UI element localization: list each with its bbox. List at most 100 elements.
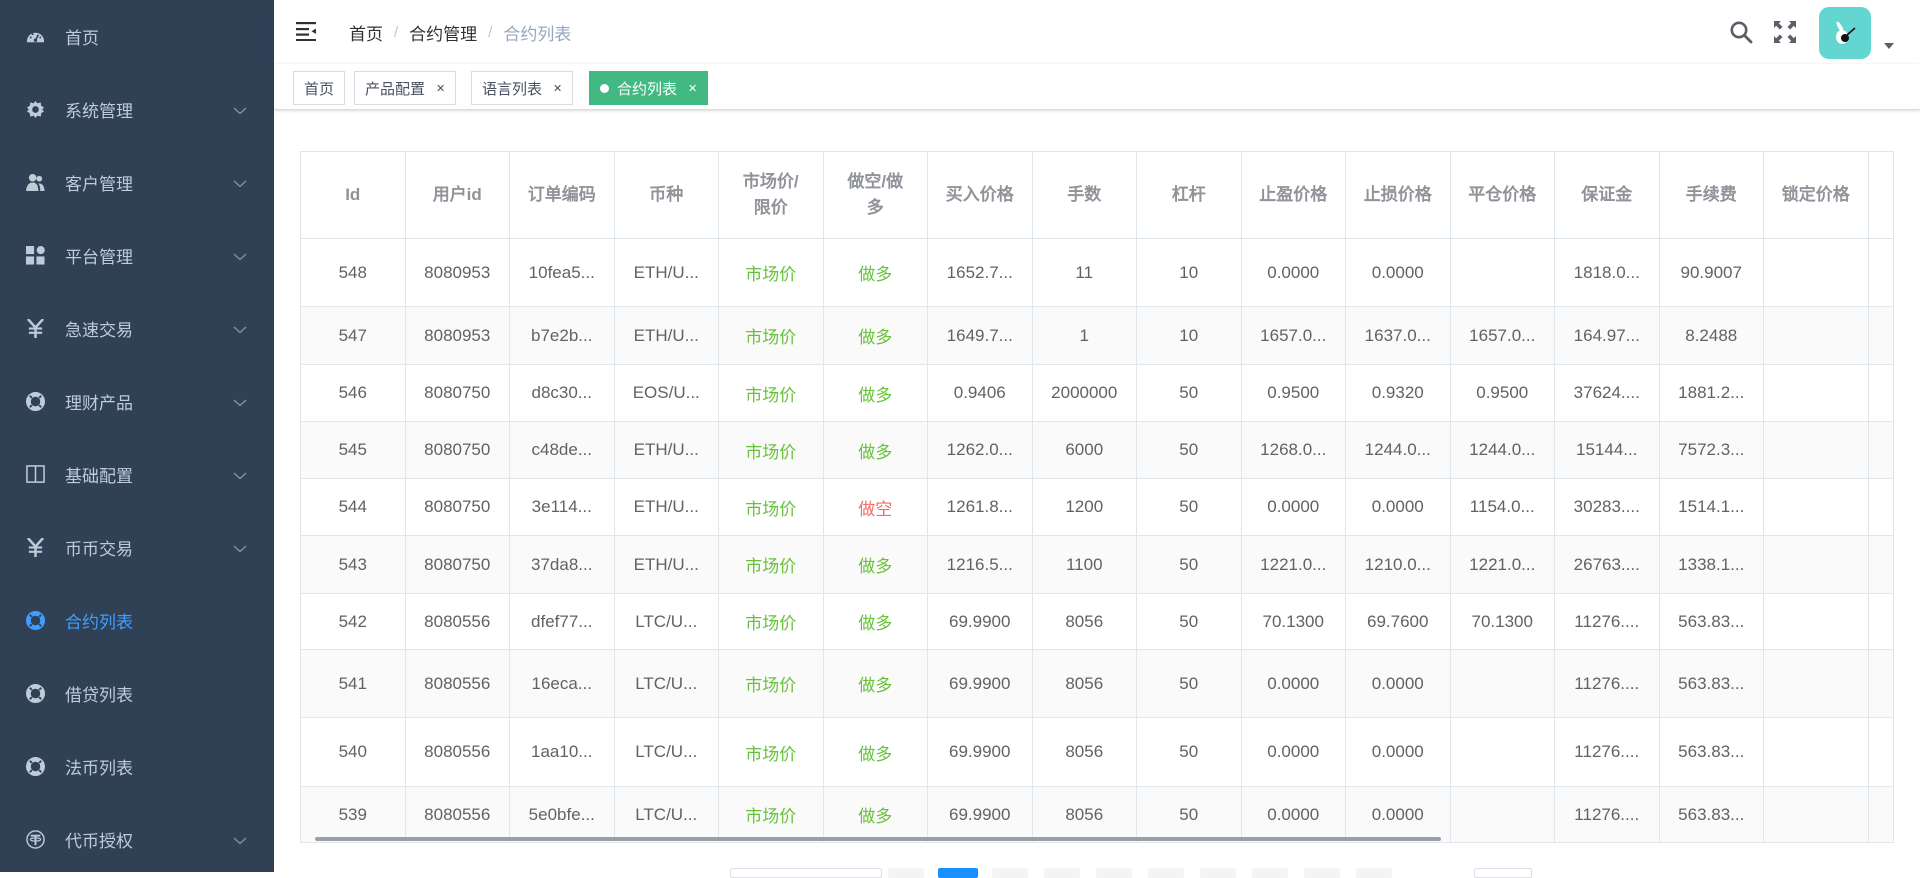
- tag-product-config[interactable]: 产品配置 ✕: [354, 71, 457, 105]
- page-button[interactable]: [888, 868, 924, 878]
- cell-sl: 0.9320: [1345, 364, 1451, 422]
- cell-sl: 1210.0...: [1345, 535, 1451, 594]
- page-size-select[interactable]: [730, 868, 882, 878]
- page-button[interactable]: [1252, 868, 1288, 878]
- hamburger-toggle[interactable]: [296, 21, 318, 41]
- sidebar-item-label: 法币列表: [65, 759, 133, 778]
- cell-tp: 1268.0...: [1240, 421, 1346, 479]
- cell-close: 1221.0...: [1449, 535, 1555, 594]
- breadcrumb-contract-management[interactable]: 合约管理: [409, 20, 477, 45]
- pagination: [0, 868, 1920, 878]
- column-header: Id: [301, 152, 406, 239]
- cell-lots: 1100: [1031, 535, 1137, 594]
- sidebar-item-7[interactable]: 币币交易: [0, 511, 274, 584]
- table-row[interactable]: 546 8080750 d8c30... EOS/U... 市场价 做多 0.9406 200…: [301, 364, 1893, 422]
- cell-sl: 0.0000: [1345, 478, 1451, 536]
- cell-margin: 26763....: [1554, 535, 1660, 594]
- caret-down-icon[interactable]: [1884, 43, 1894, 49]
- cell-margin: 11276....: [1554, 786, 1660, 842]
- sidebar-item-3[interactable]: 平台管理: [0, 219, 274, 292]
- cell-id: 541: [301, 649, 406, 718]
- sidebar-item-1[interactable]: 系统管理: [0, 73, 274, 146]
- cell-id: 545: [301, 421, 406, 479]
- page-button[interactable]: [1304, 868, 1340, 878]
- cell-id: 548: [301, 238, 406, 307]
- cell-buy: 1649.7...: [927, 306, 1033, 365]
- book-icon: [26, 465, 45, 484]
- tag-home[interactable]: 首页: [293, 71, 346, 105]
- cell-id: 539: [301, 786, 406, 842]
- page-button[interactable]: [1200, 868, 1236, 878]
- sidebar-item-label: 首页: [65, 29, 99, 48]
- column-header: 订单编码: [509, 152, 615, 239]
- table-header-row: Id 用户id 订单编码 币种 市场价/限价 做空/做多 买入价格 手数 杠杆 止盈价格 止损价格平…: [301, 152, 1893, 239]
- horizontal-scrollbar[interactable]: [315, 837, 1441, 841]
- breadcrumb-home[interactable]: 首页: [349, 20, 383, 45]
- cell-fee: 90.9007: [1658, 238, 1764, 307]
- table-row[interactable]: 548 8080953 10fea5... ETH/U... 市场价 做多 1652.7..…: [301, 238, 1893, 307]
- cell-coin: EOS/U...: [613, 364, 719, 422]
- fullscreen-button[interactable]: [1773, 20, 1797, 44]
- page-button[interactable]: [1044, 868, 1080, 878]
- cell-side: 做多: [822, 421, 928, 479]
- sidebar-item-6[interactable]: 基础配置: [0, 438, 274, 511]
- cell-id: 546: [301, 364, 406, 422]
- cell-lots: 1: [1031, 306, 1137, 365]
- column-header: 止损价格: [1345, 152, 1451, 239]
- tag-language-list[interactable]: 语言列表 ✕: [471, 71, 574, 105]
- table-row[interactable]: 541 8080556 16eca... LTC/U... 市场价 做多 69.9900 80…: [301, 649, 1893, 718]
- sidebar-item-11[interactable]: 代币授权: [0, 803, 274, 876]
- contract-table: Id 用户id 订单编码 币种 市场价/限价 做空/做多 买入价格 手数 杠杆 止盈价格 止损价格平…: [300, 151, 1894, 843]
- column-header: 止盈价格: [1240, 152, 1346, 239]
- dashboard-icon: [26, 27, 45, 46]
- cell-side: 做多: [822, 649, 928, 718]
- lifebuoy-icon: [26, 684, 45, 703]
- sidebar-item-9[interactable]: 借贷列表: [0, 657, 274, 730]
- search-button[interactable]: [1729, 20, 1753, 44]
- cell-margin: 37624....: [1554, 364, 1660, 422]
- cell-buy: 1216.5...: [927, 535, 1033, 594]
- table-row[interactable]: 547 8080953 b7e2b... ETH/U... 市场价 做多 1649.7...…: [301, 306, 1893, 365]
- sidebar: 首页系统管理客户管理 平台管理 急速交易理财产品基础配置 币币交易 合约列表 借贷列表法币…: [0, 0, 274, 872]
- cell-tp: 0.0000: [1240, 786, 1346, 842]
- sidebar-item-4[interactable]: 急速交易: [0, 292, 274, 365]
- cell-buy: 69.9900: [927, 593, 1033, 650]
- user-avatar[interactable]: [1819, 7, 1871, 59]
- fullscreen-icon: [1774, 21, 1796, 43]
- cell-order: 37da8...: [509, 535, 615, 594]
- cell-lots: 8056: [1031, 649, 1137, 718]
- sidebar-item-0[interactable]: 首页: [0, 0, 274, 73]
- close-icon[interactable]: ✕: [553, 82, 562, 95]
- sidebar-item-label: 系统管理: [65, 102, 133, 121]
- breadcrumb-separator: /: [488, 24, 493, 41]
- close-icon[interactable]: ✕: [436, 82, 445, 95]
- cell-extra: 11: [1867, 593, 1893, 650]
- table-row[interactable]: 540 8080556 1aa10... LTC/U... 市场价 做多 69.9900 80…: [301, 717, 1893, 787]
- table-row[interactable]: 545 8080750 c48de... ETH/U... 市场价 做多 1262.0...…: [301, 421, 1893, 479]
- sidebar-item-10[interactable]: 法币列表: [0, 730, 274, 803]
- cell-lock: [1763, 786, 1869, 842]
- sidebar-item-2[interactable]: 客户管理: [0, 146, 274, 219]
- cell-sl: 0.0000: [1345, 786, 1451, 842]
- page-button[interactable]: [938, 868, 978, 878]
- cell-coin: ETH/U...: [613, 306, 719, 365]
- cell-lev: 50: [1136, 649, 1242, 718]
- cell-coin: ETH/U...: [613, 478, 719, 536]
- sidebar-item-label: 理财产品: [65, 394, 133, 413]
- table-row[interactable]: 544 8080750 3e114... ETH/U... 市场价 做空 1261.8...…: [301, 478, 1893, 536]
- page-button[interactable]: [992, 868, 1028, 878]
- tag-contract-list[interactable]: 合约列表 ✕: [589, 71, 709, 105]
- page-button[interactable]: [1148, 868, 1184, 878]
- table-row[interactable]: 542 8080556 dfef77... LTC/U... 市场价 做多 69.9900 8…: [301, 593, 1893, 650]
- close-icon[interactable]: ✕: [688, 82, 697, 95]
- page-button[interactable]: [1356, 868, 1392, 878]
- page-button[interactable]: [1096, 868, 1132, 878]
- table-row[interactable]: 543 8080750 37da8... ETH/U... 市场价 做多 1216.5...…: [301, 535, 1893, 594]
- cell-buy: 69.9900: [927, 786, 1033, 842]
- cell-extra: -1: [1867, 421, 1893, 479]
- cell-lock: [1763, 364, 1869, 422]
- sidebar-item-5[interactable]: 理财产品: [0, 365, 274, 438]
- page-jump-input[interactable]: [1474, 868, 1532, 878]
- sidebar-item-8[interactable]: 合约列表: [0, 584, 274, 657]
- table-row[interactable]: 539 8080556 5e0bfe... LTC/U... 市场价 做多 69.9900 8…: [301, 786, 1893, 842]
